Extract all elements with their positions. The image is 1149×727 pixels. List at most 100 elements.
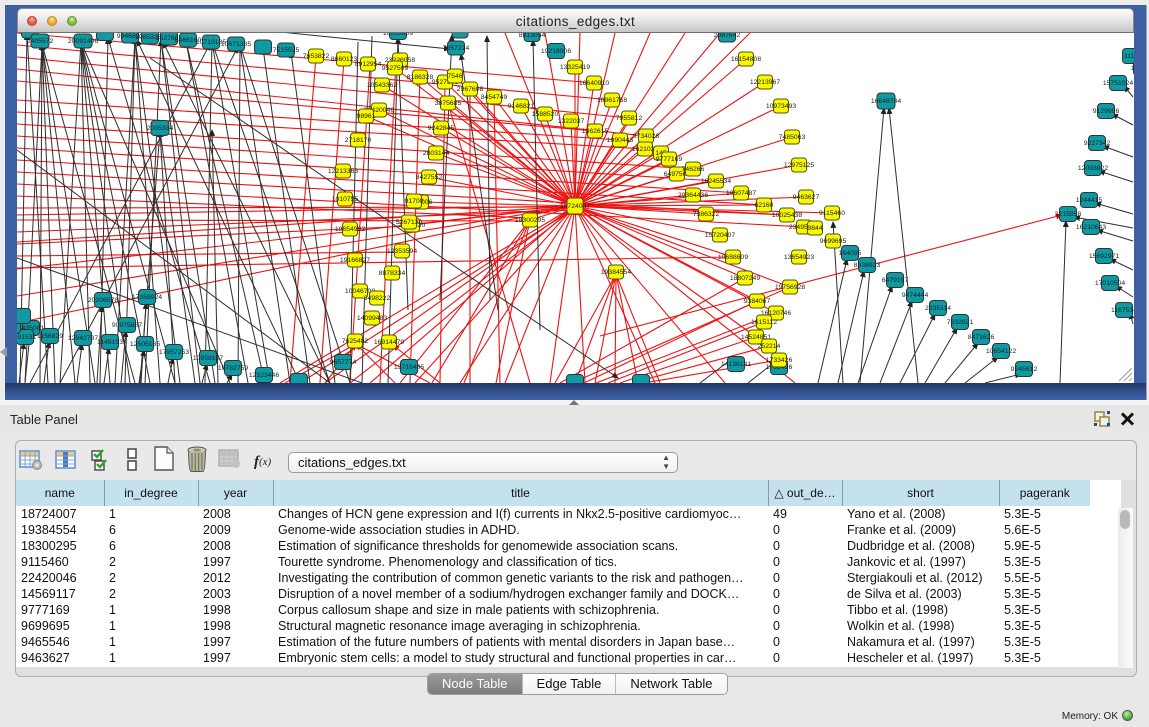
svg-text:9384067: 9384067 xyxy=(744,298,771,305)
svg-text:12942737: 12942737 xyxy=(68,335,98,342)
svg-text:12093822: 12093822 xyxy=(1078,165,1108,172)
svg-text:18300295: 18300295 xyxy=(515,217,545,224)
svg-text:9777169: 9777169 xyxy=(656,156,683,163)
svg-text:19384554: 19384554 xyxy=(601,269,631,276)
svg-text:9245612: 9245612 xyxy=(1011,366,1038,373)
svg-text:16640910: 16640910 xyxy=(579,80,609,87)
svg-text:8912954: 8912954 xyxy=(355,61,382,68)
svg-text:1112: 1112 xyxy=(1124,53,1134,60)
svg-text:17359924: 17359924 xyxy=(132,294,162,301)
svg-text:14136141: 14136141 xyxy=(721,361,751,368)
svg-text:98961: 98961 xyxy=(357,113,376,120)
svg-text:8186328: 8186328 xyxy=(407,74,434,81)
svg-text:10688609: 10688609 xyxy=(718,254,748,261)
svg-text:15692971: 15692971 xyxy=(1089,253,1119,260)
svg-text:16053809: 16053809 xyxy=(383,33,413,37)
svg-text:8454749: 8454749 xyxy=(481,94,508,101)
svg-text:10543362: 10543362 xyxy=(367,82,397,89)
svg-text:252214: 252214 xyxy=(758,343,781,350)
svg-text:10782759: 10782759 xyxy=(218,365,248,372)
svg-text:113254: 113254 xyxy=(1131,65,1134,72)
svg-text:8471626: 8471626 xyxy=(968,334,995,341)
svg-text:9146821: 9146821 xyxy=(508,103,535,110)
svg-text:19756928: 19756928 xyxy=(775,284,805,291)
svg-text:7632621: 7632621 xyxy=(947,319,974,326)
svg-text:10958107: 10958107 xyxy=(193,355,223,362)
svg-text:2967608: 2967608 xyxy=(457,86,484,93)
svg-text:62160: 62160 xyxy=(755,202,774,209)
svg-text:2405572: 2405572 xyxy=(27,38,54,45)
svg-text:7546: 7546 xyxy=(447,73,462,80)
svg-text:8878334: 8878334 xyxy=(379,270,406,277)
svg-text:16245534: 16245534 xyxy=(701,178,731,185)
svg-text:10671385: 10671385 xyxy=(221,41,251,48)
svg-text:12213967: 12213967 xyxy=(750,79,780,86)
svg-text:12505135: 12505135 xyxy=(130,341,160,348)
svg-text:20206578: 20206578 xyxy=(88,297,118,304)
svg-text:7357224: 7357224 xyxy=(443,45,470,52)
svg-text:1588520: 1588520 xyxy=(532,111,559,118)
svg-text:9657774: 9657774 xyxy=(330,359,357,366)
svg-text:12353594: 12353594 xyxy=(387,248,417,255)
svg-text:7955812: 7955812 xyxy=(616,115,643,122)
svg-text:16648784: 16648784 xyxy=(871,98,901,105)
svg-text:12213363: 12213363 xyxy=(328,168,358,175)
svg-text:9227342: 9227342 xyxy=(1084,140,1111,147)
svg-text:9474444: 9474444 xyxy=(902,292,929,299)
svg-text:16210643: 16210643 xyxy=(1076,224,1106,231)
svg-text:12975125: 12975125 xyxy=(784,162,814,169)
svg-text:16961758: 16961758 xyxy=(597,97,627,104)
svg-text:5267130: 5267130 xyxy=(396,219,423,226)
svg-text:19654982: 19654982 xyxy=(335,226,365,233)
svg-text:8660123: 8660123 xyxy=(331,56,358,63)
svg-text:2087642: 2087642 xyxy=(714,33,741,39)
svg-text:1145193: 1145193 xyxy=(97,339,123,346)
svg-text:1167534: 1167534 xyxy=(1111,307,1134,314)
svg-text:1362615: 1362615 xyxy=(582,128,609,135)
svg-text:3875685: 3875685 xyxy=(435,100,462,107)
svg-text:13325419: 13325419 xyxy=(560,64,590,71)
svg-text:9463627: 9463627 xyxy=(793,194,820,201)
svg-text:1010755: 1010755 xyxy=(332,196,359,203)
svg-text:7485063: 7485063 xyxy=(779,134,806,141)
svg-text:2803144: 2803144 xyxy=(423,150,450,157)
svg-text:1733426: 1733426 xyxy=(766,357,793,364)
svg-text:1990443: 1990443 xyxy=(607,137,634,144)
svg-text:9129996: 9129996 xyxy=(1093,108,1120,115)
svg-text:1156829: 1156829 xyxy=(37,333,63,340)
svg-text:10607487: 10607487 xyxy=(726,190,756,197)
svg-text:(x): (x) xyxy=(259,456,272,468)
svg-text:3498222: 3498222 xyxy=(364,295,391,302)
svg-text:12323446: 12323446 xyxy=(249,372,279,379)
svg-text:19166827: 19166827 xyxy=(340,257,370,264)
svg-text:1322037: 1322037 xyxy=(558,118,585,125)
svg-text:7515525: 7515525 xyxy=(273,47,300,54)
svg-text:164095: 164095 xyxy=(839,250,862,257)
svg-text:9242845: 9242845 xyxy=(428,125,455,132)
svg-text:6479197: 6479197 xyxy=(882,277,909,284)
svg-text:1615112: 1615112 xyxy=(751,319,777,326)
svg-text:13716485: 13716485 xyxy=(394,364,424,371)
svg-text:9115460: 9115460 xyxy=(819,210,845,217)
svg-text:20364436: 20364436 xyxy=(678,192,708,199)
svg-text:19218906: 19218906 xyxy=(541,48,571,55)
svg-text:15751024: 15751024 xyxy=(1103,80,1133,87)
svg-text:17010504: 17010504 xyxy=(1095,280,1125,287)
svg-text:7625402: 7625402 xyxy=(342,338,369,345)
svg-text:15720407: 15720407 xyxy=(705,232,735,239)
svg-text:8813054: 8813054 xyxy=(519,33,546,39)
svg-text:10654122: 10654122 xyxy=(986,348,1016,355)
svg-text:7653822: 7653822 xyxy=(303,53,330,60)
svg-text:10973493: 10973493 xyxy=(766,103,796,110)
svg-text:9699695: 9699695 xyxy=(820,238,847,245)
svg-text:2718170: 2718170 xyxy=(345,137,372,144)
svg-text:9527509: 9527509 xyxy=(382,65,409,72)
svg-text:14099483: 14099483 xyxy=(357,315,387,322)
svg-text:2005334: 2005334 xyxy=(147,125,174,132)
svg-text:991531: 991531 xyxy=(17,334,37,341)
svg-text:18724007: 18724007 xyxy=(560,203,590,210)
svg-text:746266: 746266 xyxy=(682,166,705,173)
svg-text:13654923: 13654923 xyxy=(784,254,814,261)
svg-text:16154808: 16154808 xyxy=(731,56,761,63)
svg-text:7386322: 7386322 xyxy=(693,211,720,218)
